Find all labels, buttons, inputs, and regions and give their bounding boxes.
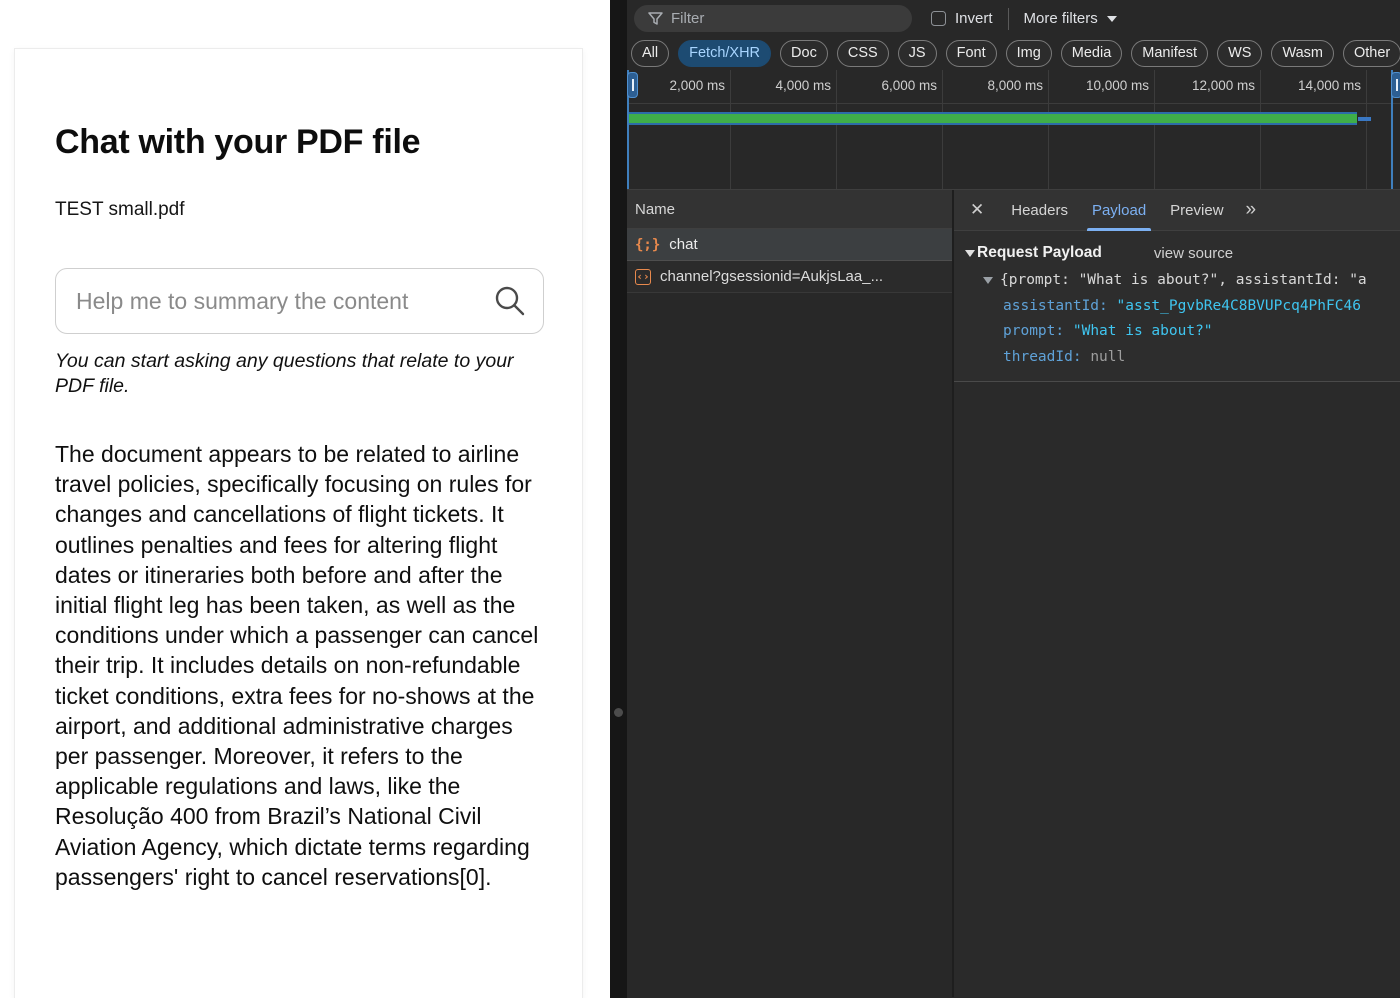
payload-object-summary[interactable]: {prompt: "What is about?", assistantId: … [954, 268, 1400, 294]
timeline-gridline: 10,000 ms [1049, 70, 1155, 189]
filter-chip-manifest[interactable]: Manifest [1131, 40, 1208, 67]
filter-chip-img[interactable]: Img [1006, 40, 1052, 67]
pdf-chat-card: Chat with your PDF file TEST small.pdf Y… [14, 48, 583, 998]
filter-chip-all[interactable]: All [631, 40, 669, 67]
network-lower-split: Name {;} chat ‹› channel?gsessionid=Aukj… [627, 190, 1400, 997]
view-source-link[interactable]: view source [1154, 245, 1233, 262]
request-name: channel?gsessionid=AukjsLaa_... [660, 268, 883, 285]
filter-chip-js[interactable]: JS [898, 40, 937, 67]
request-list-empty-area [627, 293, 952, 997]
name-column-header[interactable]: Name [627, 190, 952, 229]
more-filters-label: More filters [1024, 10, 1098, 27]
timeline-gridline: 6,000 ms [837, 70, 943, 189]
invert-filter: Invert [931, 10, 993, 27]
invert-label: Invert [955, 10, 993, 27]
more-filters-button[interactable]: More filters [1024, 10, 1117, 27]
filter-chip-doc[interactable]: Doc [780, 40, 828, 67]
brush-grip [1396, 79, 1398, 91]
network-filter-input[interactable] [671, 10, 902, 27]
xhr-stream-icon: ‹› [635, 269, 651, 285]
detail-tabbar: ✕ Headers Payload Preview » [954, 190, 1400, 231]
network-toolbar: Invert More filters [627, 0, 1400, 37]
active-tab-underline [1087, 228, 1151, 231]
pdf-filename: TEST small.pdf [55, 199, 185, 221]
search-icon[interactable] [493, 284, 527, 318]
request-row-channel[interactable]: ‹› channel?gsessionid=AukjsLaa_... [627, 261, 952, 293]
network-filter-input-wrapper [634, 5, 912, 32]
network-overview-timeline[interactable]: 2,000 ms 4,000 ms 6,000 ms 8,000 ms 10,0… [627, 70, 1400, 190]
funnel-icon [648, 11, 663, 26]
app-root: Chat with your PDF file TEST small.pdf Y… [0, 0, 1400, 998]
answer-text: The document appears to be related to ai… [55, 439, 543, 892]
json-braces-icon: {;} [635, 237, 660, 253]
filter-chip-ws[interactable]: WS [1217, 40, 1262, 67]
timeline-gridline: 14,000 ms [1261, 70, 1367, 189]
brush-grip [632, 79, 634, 91]
timeline-gridline: 12,000 ms [1155, 70, 1261, 189]
page-title: Chat with your PDF file [55, 123, 420, 162]
filter-chip-css[interactable]: CSS [837, 40, 889, 67]
timeline-gridline: 2,000 ms [627, 70, 731, 189]
toolbar-separator [1008, 8, 1009, 30]
request-waterfall-tail [1358, 117, 1371, 121]
request-payload-title: Request Payload [977, 244, 1102, 262]
filter-chip-fetch-xhr[interactable]: Fetch/XHR [678, 40, 771, 67]
filter-chip-font[interactable]: Font [946, 40, 997, 67]
ruler-divider [627, 103, 1400, 104]
chevron-down-icon [1107, 16, 1117, 22]
devtools-network-panel: Invert More filters All Fetch/XHR Doc CS… [627, 0, 1400, 998]
question-input[interactable] [56, 288, 493, 315]
devtools-resize-divider[interactable] [610, 0, 627, 998]
filter-chip-other[interactable]: Other [1343, 40, 1400, 67]
tab-payload[interactable]: Payload [1080, 190, 1158, 231]
more-tabs-icon[interactable]: » [1246, 199, 1258, 221]
request-name: chat [669, 236, 697, 253]
request-detail-pane: ✕ Headers Payload Preview » Request Payl… [952, 190, 1400, 997]
question-input-wrapper [55, 268, 544, 334]
overview-brush-right-handle[interactable] [1391, 72, 1400, 98]
pdf-chat-panel: Chat with your PDF file TEST small.pdf Y… [0, 0, 610, 998]
divider-drag-dot [614, 708, 623, 717]
timeline-gridline: 4,000 ms [731, 70, 837, 189]
overview-brush-left-handle[interactable] [627, 72, 638, 98]
payload-field-threadid: threadId: null [954, 345, 1400, 371]
request-payload-header: Request Payload view source [965, 244, 1400, 262]
request-waterfall-bar[interactable] [629, 112, 1357, 125]
resource-type-filter-bar: All Fetch/XHR Doc CSS JS Font Img Media … [627, 37, 1400, 70]
filter-chip-media[interactable]: Media [1061, 40, 1123, 67]
invert-checkbox[interactable] [931, 11, 946, 26]
payload-field-assistantid: assistantId: "asst_PgvbRe4C8BVUPcq4PhFC4… [954, 294, 1400, 320]
disclosure-triangle-icon[interactable] [983, 277, 993, 284]
payload-field-prompt: prompt: "What is about?" [954, 319, 1400, 345]
disclosure-triangle-icon[interactable] [965, 250, 975, 257]
request-row-chat[interactable]: {;} chat [627, 229, 952, 261]
detail-empty-area [954, 382, 1400, 997]
request-list: Name {;} chat ‹› channel?gsessionid=Aukj… [627, 190, 952, 997]
filter-chip-wasm[interactable]: Wasm [1271, 40, 1334, 67]
payload-section: Request Payload view source {prompt: "Wh… [954, 231, 1400, 382]
hint-text: You can start asking any questions that … [55, 349, 527, 399]
tab-preview[interactable]: Preview [1158, 190, 1235, 231]
timeline-gridline: 8,000 ms [943, 70, 1049, 189]
tab-headers[interactable]: Headers [999, 190, 1080, 231]
close-icon[interactable]: ✕ [970, 200, 984, 220]
